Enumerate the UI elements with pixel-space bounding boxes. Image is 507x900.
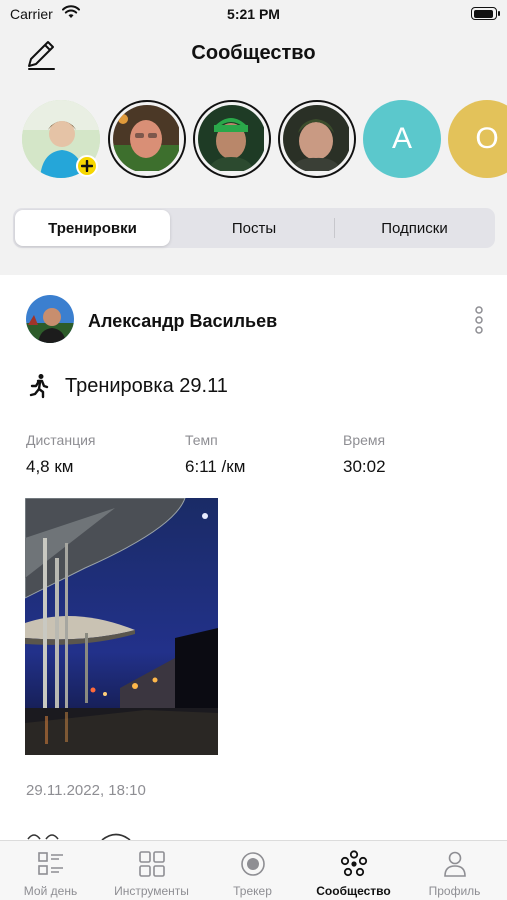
- tab-community[interactable]: Сообщество: [303, 841, 404, 900]
- story-user-2[interactable]: [108, 100, 186, 178]
- battery-icon: [471, 7, 500, 20]
- tab-label: Профиль: [428, 884, 481, 898]
- avatar: [198, 105, 264, 171]
- time-value: 30:02: [343, 457, 386, 476]
- avatar: [26, 295, 74, 343]
- story-user-6[interactable]: O: [448, 100, 507, 178]
- author-name[interactable]: Александр Васильев: [88, 311, 277, 332]
- story-letter-avatar: O: [448, 100, 507, 178]
- avatar: [283, 105, 349, 171]
- list-icon: [38, 852, 63, 875]
- tab-workouts[interactable]: Тренировки: [15, 210, 170, 246]
- pace-label: Темп: [185, 432, 218, 448]
- distance-value: 4,8 км: [26, 457, 74, 476]
- status-bar: Carrier 5:21 PM: [0, 0, 507, 30]
- workout-title[interactable]: Тренировка 29.11: [65, 375, 228, 398]
- community-icon: [340, 850, 368, 877]
- tab-my-day[interactable]: Мой день: [0, 841, 101, 900]
- tab-label: Инструменты: [114, 884, 189, 898]
- tab-tracker[interactable]: Трекер: [202, 841, 303, 900]
- community-header: Сообщество A O Тренировки Посты Подписки: [0, 30, 507, 275]
- person-icon: [444, 851, 466, 877]
- post-date: 29.11.2022, 18:10: [26, 782, 146, 799]
- night-city-photo: [25, 498, 218, 755]
- story-user-3[interactable]: [193, 100, 271, 178]
- stories-row: A O: [0, 100, 507, 180]
- tab-tools[interactable]: Инструменты: [101, 841, 202, 900]
- distance-label: Дистанция: [26, 432, 96, 448]
- tab-label: Трекер: [233, 884, 272, 898]
- pace-value: 6:11 /км: [185, 457, 246, 476]
- story-letter-avatar: A: [363, 100, 441, 178]
- bottom-tab-bar: Мой день Инструменты Трекер Сообщество П…: [0, 840, 507, 900]
- status-time: 5:21 PM: [227, 6, 280, 22]
- add-story-icon[interactable]: [76, 155, 98, 177]
- grid-icon: [139, 851, 165, 877]
- tab-posts[interactable]: Посты: [176, 210, 332, 246]
- segment-divider: [334, 218, 335, 238]
- author-avatar[interactable]: [26, 295, 74, 343]
- story-user-4[interactable]: [278, 100, 356, 178]
- tab-label: Мой день: [23, 884, 78, 898]
- workout-photo[interactable]: [25, 498, 218, 755]
- story-my-avatar[interactable]: [22, 100, 100, 178]
- running-man-icon: [29, 374, 49, 399]
- record-icon: [241, 852, 265, 876]
- tab-label: Сообщество: [316, 884, 391, 898]
- feed: Александр Васильев Тренировка 29.11 Дист…: [0, 275, 507, 840]
- story-user-5[interactable]: A: [363, 100, 441, 178]
- avatar: [113, 105, 179, 171]
- page-title: Сообщество: [191, 42, 316, 64]
- time-label: Время: [343, 432, 386, 448]
- post-actions-partial: [27, 833, 131, 840]
- more-options-icon[interactable]: [470, 305, 488, 335]
- feed-segmented-control: Тренировки Посты Подписки: [13, 208, 495, 248]
- tab-profile[interactable]: Профиль: [404, 841, 505, 900]
- tab-subscriptions[interactable]: Подписки: [336, 210, 493, 246]
